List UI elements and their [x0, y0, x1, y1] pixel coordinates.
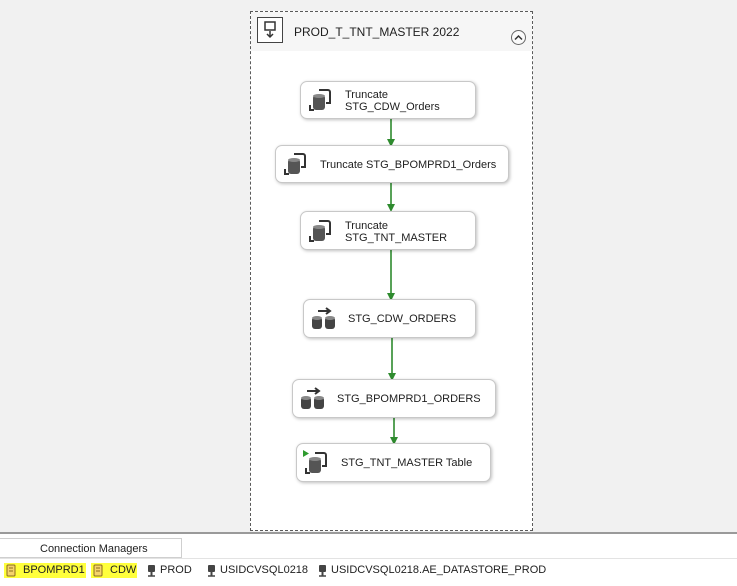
task-stg-bpomprd1-orders[interactable]: STG_BPOMPRD1_ORDERS — [292, 379, 496, 418]
task-label: Truncate STG_BPOMPRD1_Orders — [320, 159, 497, 171]
connection-label: USIDCVSQL0218 — [220, 564, 309, 576]
connection-label: USIDCVSQL0218.AE_DATASTORE_PROD — [331, 564, 547, 576]
task-label: STG_CDW_Orders — [345, 101, 440, 113]
file-connection-icon — [93, 564, 103, 576]
execute-sql-task-icon — [284, 153, 306, 175]
connection-item-cdw[interactable]: CDW — [91, 562, 138, 578]
task-stg-cdw-orders[interactable]: STG_CDW_ORDERS — [303, 299, 476, 338]
design-surface[interactable]: PROD_T_TNT_MASTER 2022 Truncate STG_CDW_… — [0, 0, 737, 532]
connection-label: BPOMPRD1 — [23, 564, 85, 576]
connection-item-usidcvsql0218[interactable]: USIDCVSQL0218 — [206, 562, 308, 578]
data-flow-task-icon — [312, 306, 335, 329]
task-label: Truncate — [345, 89, 389, 101]
connection-item-bpomprd1[interactable]: BPOMPRD1 — [4, 562, 86, 578]
task-label: STG_TNT_MASTER — [345, 232, 448, 244]
task-truncate-stg-cdw-orders[interactable]: Truncate STG_CDW_Orders — [300, 81, 476, 119]
connection-managers-panel: Connection Managers BPOMPRD1 CDW PROD US… — [0, 532, 737, 586]
oledb-connection-icon — [319, 564, 326, 577]
oledb-connection-icon — [148, 564, 155, 577]
divider — [0, 558, 737, 559]
task-label: STG_CDW_ORDERS — [348, 313, 457, 325]
tab-label: Connection Managers — [40, 543, 148, 555]
connection-label: CDW — [110, 564, 137, 576]
connection-item-prod[interactable]: PROD — [146, 562, 192, 578]
task-stg-tnt-master-table[interactable]: STG_TNT_MASTER Table — [296, 443, 491, 482]
execute-sql-task-icon — [309, 219, 331, 242]
connection-item-usidcvsql0218-ae-datastore-prod[interactable]: USIDCVSQL0218.AE_DATASTORE_PROD — [317, 562, 546, 578]
task-truncate-stg-bpomprd1-orders[interactable]: Truncate STG_BPOMPRD1_Orders — [275, 145, 509, 183]
connection-label: PROD — [160, 564, 192, 576]
execute-sql-task-play-icon — [303, 449, 327, 474]
oledb-connection-icon — [208, 564, 215, 577]
data-flow-task-icon — [301, 386, 324, 409]
tab-connection-managers[interactable]: Connection Managers — [0, 538, 182, 558]
task-label: Truncate — [345, 220, 389, 232]
task-truncate-stg-tnt-master[interactable]: Truncate STG_TNT_MASTER — [300, 211, 476, 250]
file-connection-icon — [6, 564, 16, 576]
execute-sql-task-icon — [309, 89, 331, 111]
task-label: STG_BPOMPRD1_ORDERS — [337, 393, 481, 405]
task-label: STG_TNT_MASTER Table — [341, 457, 473, 469]
